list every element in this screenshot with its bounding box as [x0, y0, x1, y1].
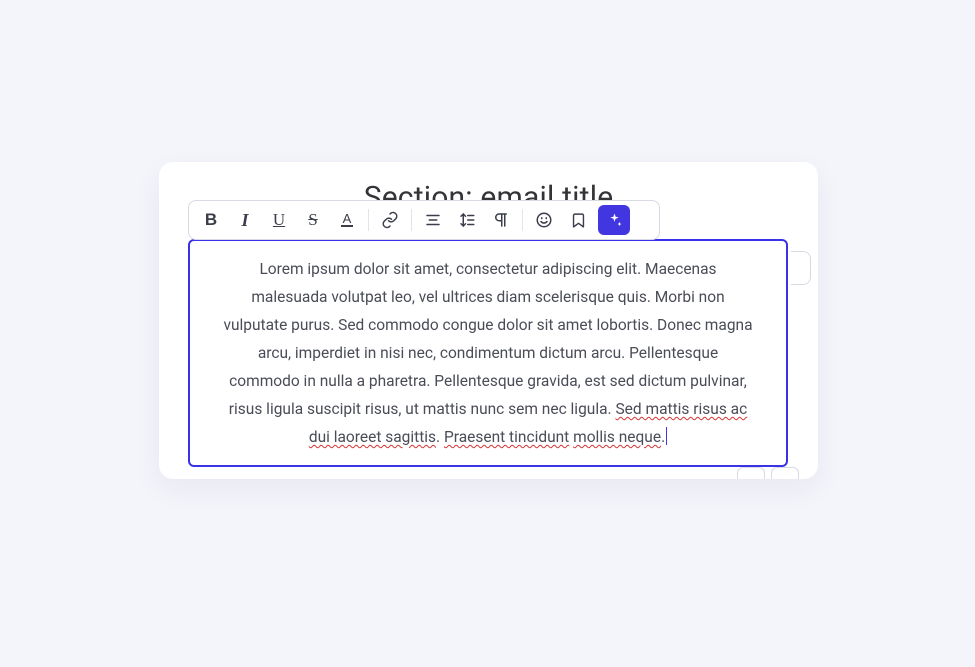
editor-text-tail: . — [661, 428, 665, 446]
editor-text-plain: Lorem ipsum dolor sit amet, consectetur … — [223, 260, 752, 418]
link-button[interactable] — [374, 205, 406, 235]
align-button[interactable] — [417, 205, 449, 235]
line-height-button[interactable] — [451, 205, 483, 235]
underline-icon: U — [273, 210, 285, 230]
editor-text-mid: . — [436, 428, 444, 446]
bold-icon: B — [205, 210, 217, 230]
strikethrough-button[interactable]: S — [297, 205, 329, 235]
editor-content[interactable]: Lorem ipsum dolor sit amet, consectetur … — [222, 255, 754, 451]
svg-text:A: A — [343, 211, 352, 226]
spell-error: Praesent tincidunt — [444, 428, 569, 446]
side-handle[interactable] — [791, 251, 811, 285]
ai-assist-button[interactable] — [598, 205, 630, 235]
bold-button[interactable]: B — [195, 205, 227, 235]
emoji-button[interactable] — [528, 205, 560, 235]
rich-text-editor[interactable]: Lorem ipsum dolor sit amet, consectetur … — [188, 239, 788, 467]
sparkle-icon — [606, 212, 623, 229]
text-direction-button[interactable] — [485, 205, 517, 235]
toolbar-divider — [411, 209, 412, 231]
toolbar-divider — [368, 209, 369, 231]
bookmark-button[interactable] — [562, 205, 594, 235]
toolbar-divider — [522, 209, 523, 231]
emoji-icon — [535, 211, 553, 229]
formatting-toolbar: B I U S A — [188, 200, 660, 240]
italic-button[interactable]: I — [229, 205, 261, 235]
italic-icon: I — [241, 210, 248, 231]
align-icon — [424, 211, 442, 229]
text-color-button[interactable]: A — [331, 205, 363, 235]
footer-action-a[interactable] — [737, 467, 765, 479]
text-caret — [666, 427, 667, 445]
footer-action-b[interactable] — [771, 467, 799, 479]
line-height-icon — [458, 211, 476, 229]
strikethrough-icon: S — [308, 210, 317, 230]
text-color-icon: A — [338, 211, 356, 229]
underline-button[interactable]: U — [263, 205, 295, 235]
bookmark-icon — [570, 212, 587, 229]
pilcrow-icon — [492, 211, 510, 229]
link-icon — [381, 211, 399, 229]
spell-error: mollis neque — [573, 428, 661, 446]
editor-panel: Section: email title B I U S A — [159, 162, 818, 479]
